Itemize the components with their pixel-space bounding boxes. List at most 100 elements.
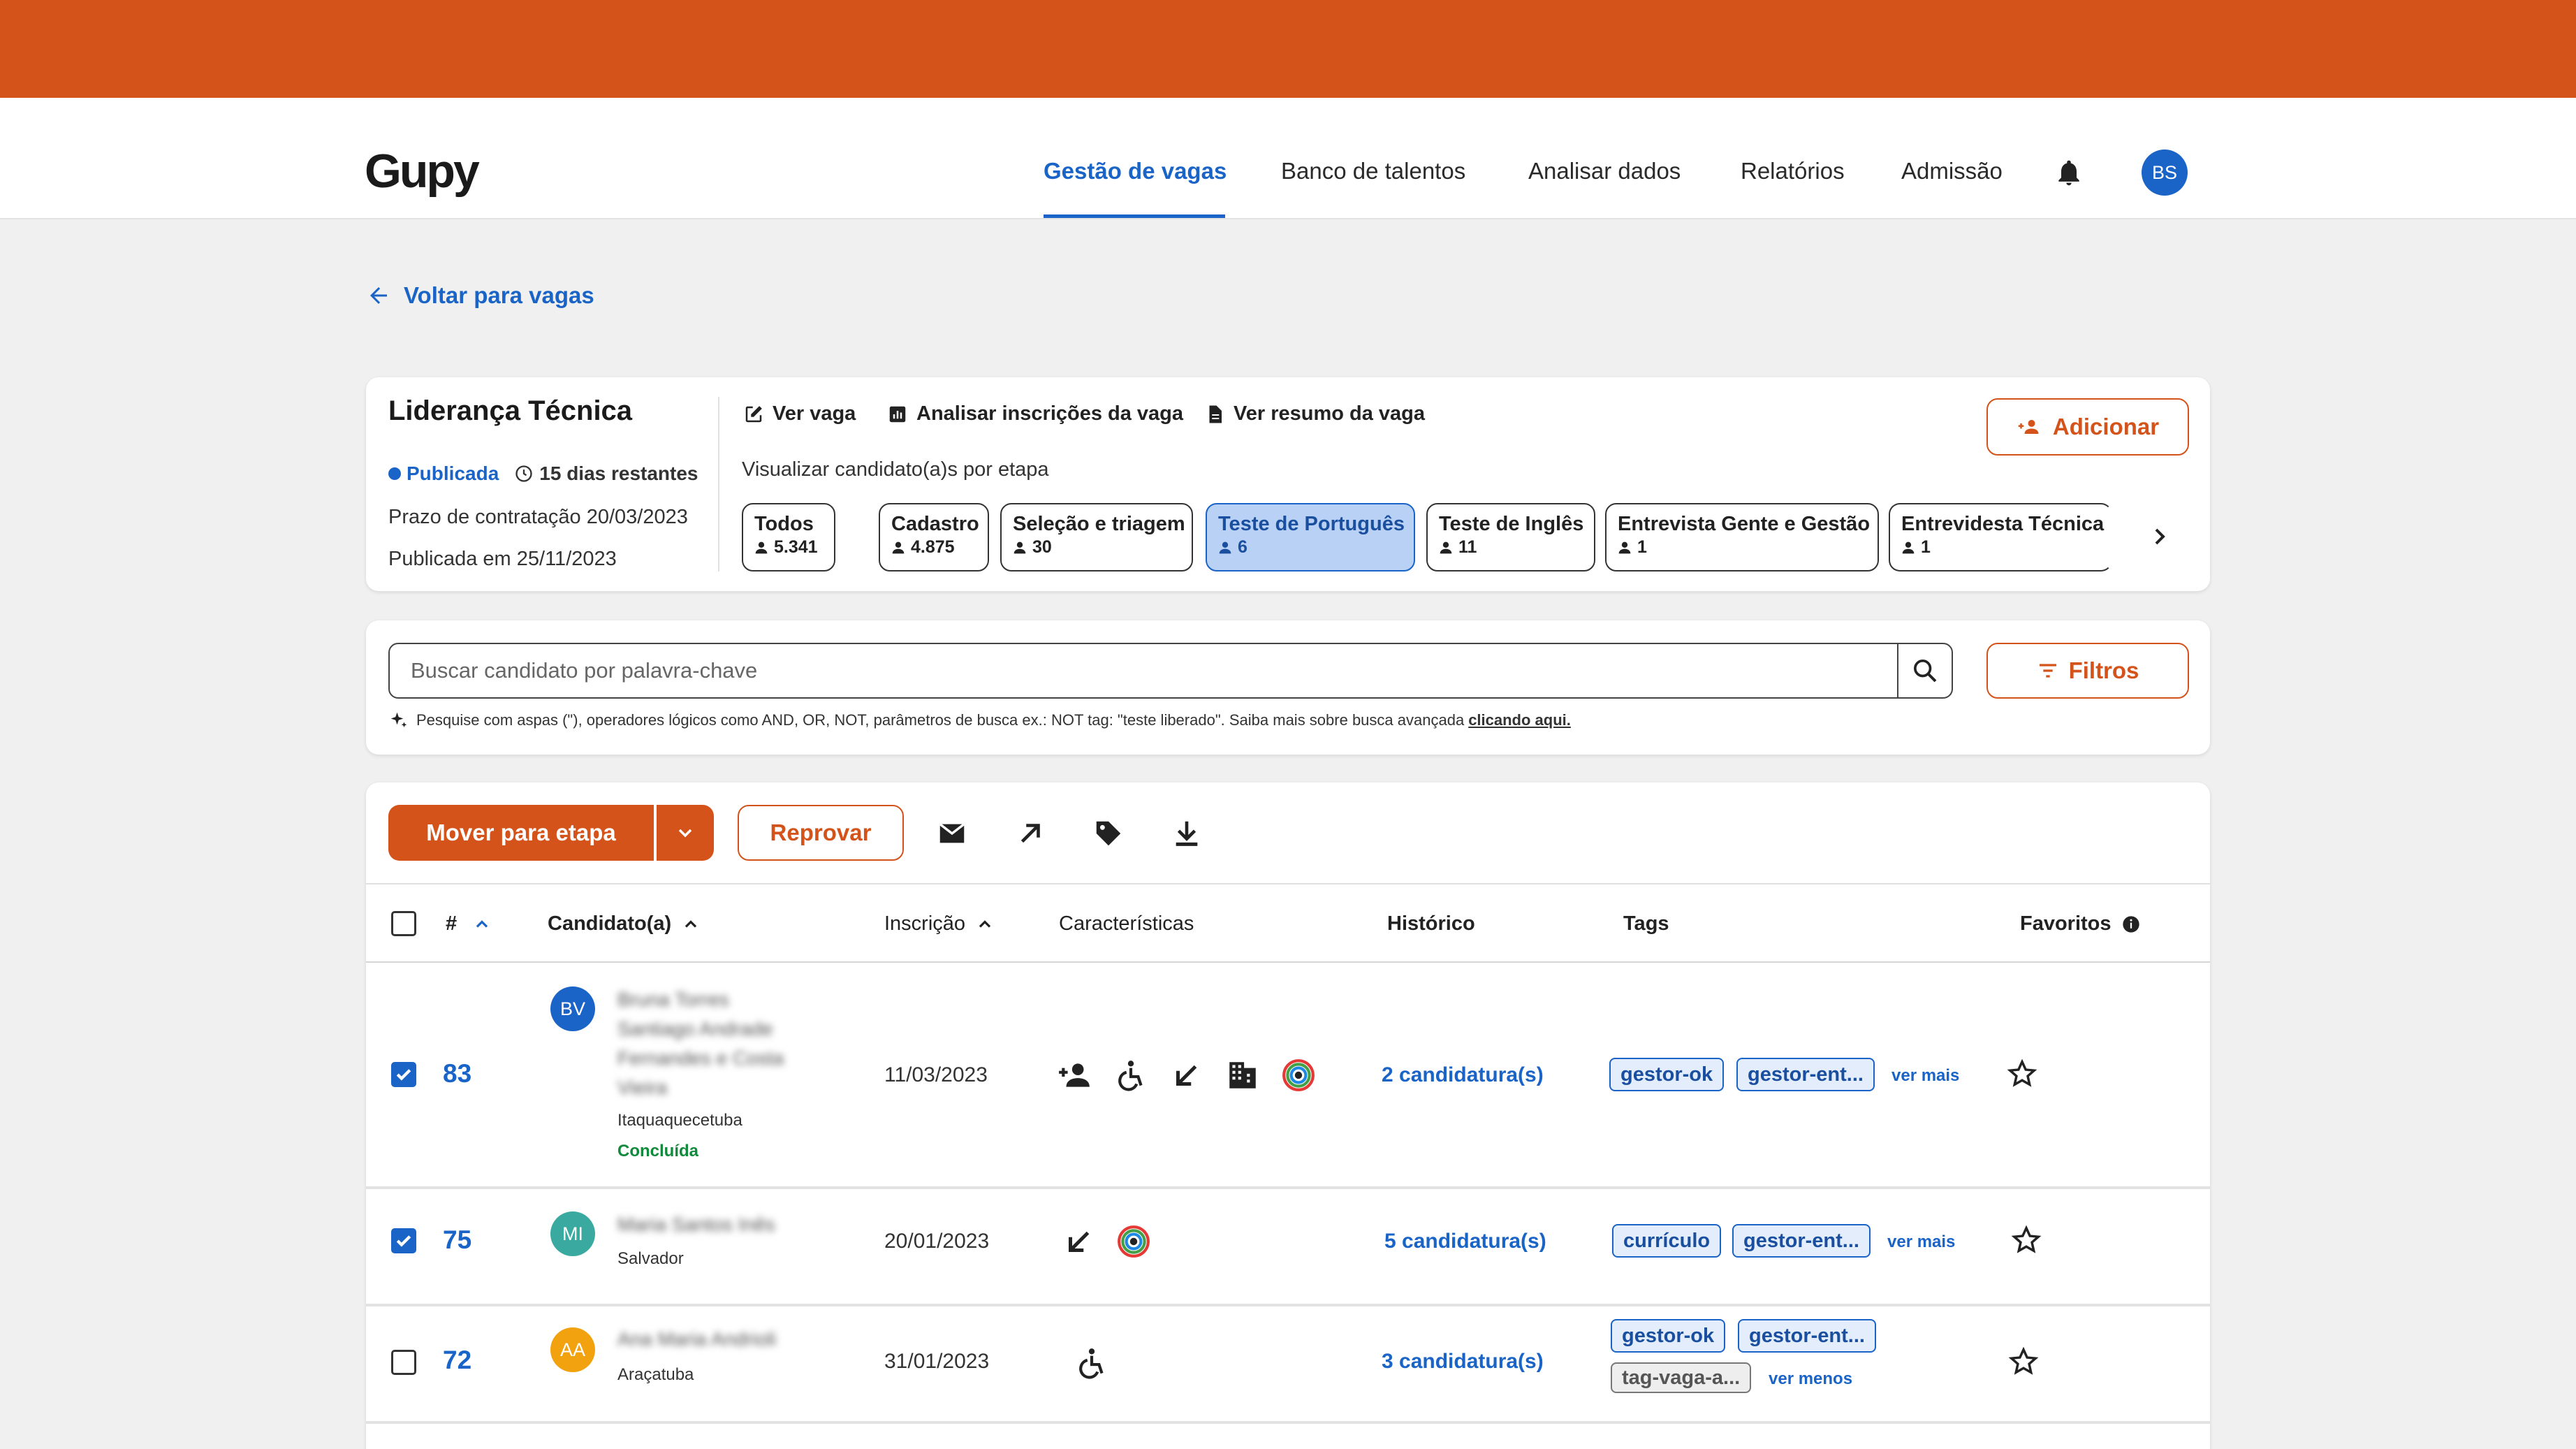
row-checkbox[interactable] (391, 1228, 416, 1253)
filters-button[interactable]: Filtros (1986, 643, 2189, 699)
tag-chip[interactable]: tag-vaga-a... (1611, 1362, 1752, 1393)
add-candidate-button[interactable]: Adicionar (1986, 398, 2189, 456)
applications-link[interactable]: 3 candidatura(s) (1382, 1350, 1544, 1374)
move-to-stage-button[interactable]: Mover para etapa (388, 805, 654, 861)
table-row[interactable]: 72 AA Ana Maria Andrioli Araçatuba 31/01… (366, 1306, 2210, 1424)
user-avatar[interactable]: BS (2142, 150, 2188, 196)
search-input[interactable] (390, 644, 1898, 697)
stage-count: 1 (1637, 537, 1647, 557)
stage-selecao-e-triagem[interactable]: Seleção e triagem 30 (1000, 503, 1193, 571)
chevron-up-icon (685, 919, 697, 928)
stage-count: 1 (1921, 537, 1931, 557)
arrow-down-left-icon (1176, 1065, 1197, 1086)
star-icon[interactable] (2006, 1058, 2038, 1090)
tag-chip[interactable]: gestor-ent... (1736, 1058, 1875, 1091)
stage-entrevista-gente-e-gestao[interactable]: Entrevista Gente e Gestão 1 (1605, 503, 1879, 571)
tag-icon[interactable] (1092, 817, 1125, 850)
chevron-right-icon[interactable] (2146, 523, 2174, 551)
analisar-inscricoes-link[interactable]: Analisar inscrições da vaga (887, 402, 1183, 425)
col-tags: Tags (1623, 912, 1669, 935)
star-icon[interactable] (2010, 1224, 2042, 1256)
row-number[interactable]: 75 (443, 1225, 471, 1255)
building-icon (1229, 1062, 1256, 1088)
email-icon[interactable] (936, 817, 968, 850)
arrow-up-right-icon[interactable] (1014, 817, 1046, 850)
row-checkbox[interactable] (391, 1062, 416, 1087)
col-num[interactable]: # (446, 912, 492, 935)
candidate-name[interactable]: Bruna Torres Santiago Andrade Fernandes … (617, 985, 784, 1102)
move-to-stage-dropdown[interactable] (657, 805, 714, 861)
row-number[interactable]: 72 (443, 1346, 471, 1375)
table-row[interactable]: 83 BV Bruna Torres Santiago Andrade Fern… (366, 963, 2210, 1189)
stage-cadastro[interactable]: Cadastro 4.875 (879, 503, 989, 571)
ver-resumo-link[interactable]: Ver resumo da vaga (1204, 402, 1425, 425)
chevron-down-icon (678, 829, 692, 838)
nav-banco-de-talentos[interactable]: Banco de talentos (1281, 158, 1465, 184)
add-candidate-label: Adicionar (2052, 414, 2160, 439)
nav-gestao-de-vagas[interactable]: Gestão de vagas (1044, 158, 1227, 184)
stage-label: Todos (754, 513, 814, 535)
see-more-link[interactable]: ver mais (1891, 1066, 1959, 1086)
stage-todos[interactable]: Todos 5.341 (742, 503, 835, 571)
stage-count: 4.875 (911, 537, 955, 557)
table-row[interactable]: 75 MI Maria Santos Inês Salvador 20/01/2… (366, 1189, 2210, 1306)
row-checkbox[interactable] (391, 1350, 416, 1375)
ver-vaga-link[interactable]: Ver vaga (743, 402, 856, 425)
candidate-status: Concluída (617, 1142, 699, 1160)
candidate-name[interactable]: Maria Santos Inês (617, 1210, 775, 1239)
select-all-checkbox[interactable] (391, 911, 416, 936)
tag-chip[interactable]: gestor-ok (1609, 1058, 1725, 1091)
stage-teste-de-portugues[interactable]: Teste de Português 6 (1206, 503, 1415, 571)
person-add-icon (1059, 1063, 1090, 1087)
col-date[interactable]: Inscrição (884, 912, 995, 935)
applications-link[interactable]: 5 candidatura(s) (1384, 1230, 1546, 1253)
col-num-label: # (446, 912, 458, 935)
see-less-link[interactable]: ver menos (1769, 1369, 1852, 1389)
star-icon[interactable] (2007, 1346, 2040, 1378)
search-button[interactable] (1897, 644, 1952, 697)
stage-label: Entrevidesta Técnica (1901, 513, 2105, 535)
tag-chip[interactable]: gestor-ok (1611, 1319, 1726, 1353)
tag-chip[interactable]: gestor-ent... (1732, 1224, 1871, 1258)
see-more-link[interactable]: ver mais (1887, 1232, 1955, 1252)
candidate-name-line: Bruna Torres (617, 989, 729, 1010)
info-icon[interactable] (2121, 915, 2141, 934)
tag-chip[interactable]: currículo (1612, 1224, 1722, 1258)
accessibility-icon (1118, 1061, 1143, 1091)
clock-icon (515, 465, 532, 482)
nav-relatorios[interactable]: Relatórios (1741, 158, 1845, 184)
gupy-logo[interactable]: Gupy (365, 144, 480, 198)
search-box (388, 643, 1953, 699)
stage-teste-de-ingles[interactable]: Teste de Inglês 11 (1426, 503, 1595, 571)
download-icon[interactable] (1171, 817, 1203, 850)
candidate-name[interactable]: Ana Maria Andrioli (617, 1325, 776, 1354)
published-date: Publicada em 25/11/2023 (388, 548, 617, 570)
job-status: Publicada 15 dias restantes (388, 463, 698, 485)
check-icon (396, 1069, 411, 1081)
tag-chip[interactable]: gestor-ent... (1738, 1319, 1876, 1353)
stage-entrevista-tecnica[interactable]: Entrevidesta Técnica 1 (1889, 503, 2112, 571)
candidate-name-line: Santiago Andrade (617, 1018, 773, 1040)
bell-icon[interactable] (2054, 156, 2084, 189)
reject-button[interactable]: Reprovar (738, 805, 904, 861)
person-icon (1440, 541, 1452, 553)
job-card: Liderança Técnica Publicada 15 dias rest… (366, 377, 2210, 591)
col-candidate[interactable]: Candidato(a) (548, 912, 701, 935)
application-date: 11/03/2023 (884, 1063, 988, 1086)
col-features: Características (1059, 912, 1194, 935)
arrow-left-icon (370, 287, 387, 304)
person-icon (755, 541, 768, 553)
group-add-icon (2018, 420, 2039, 434)
back-link-label: Voltar para vagas (404, 282, 594, 308)
candidate-name-line: Ana Maria Andrioli (617, 1328, 777, 1350)
row-number[interactable]: 83 (443, 1059, 471, 1088)
candidate-city: Araçatuba (617, 1365, 694, 1384)
search-hint-link[interactable]: clicando aqui. (1468, 711, 1571, 729)
nav-admissao[interactable]: Admissão (1901, 158, 2003, 184)
applications-link[interactable]: 2 candidatura(s) (1382, 1063, 1544, 1087)
back-link[interactable]: Voltar para vagas (366, 282, 594, 309)
nav-analisar-dados[interactable]: Analisar dados (1528, 158, 1681, 184)
filter-icon (2039, 664, 2056, 678)
ver-vaga-label: Ver vaga (773, 402, 856, 425)
person-icon (1219, 541, 1231, 553)
